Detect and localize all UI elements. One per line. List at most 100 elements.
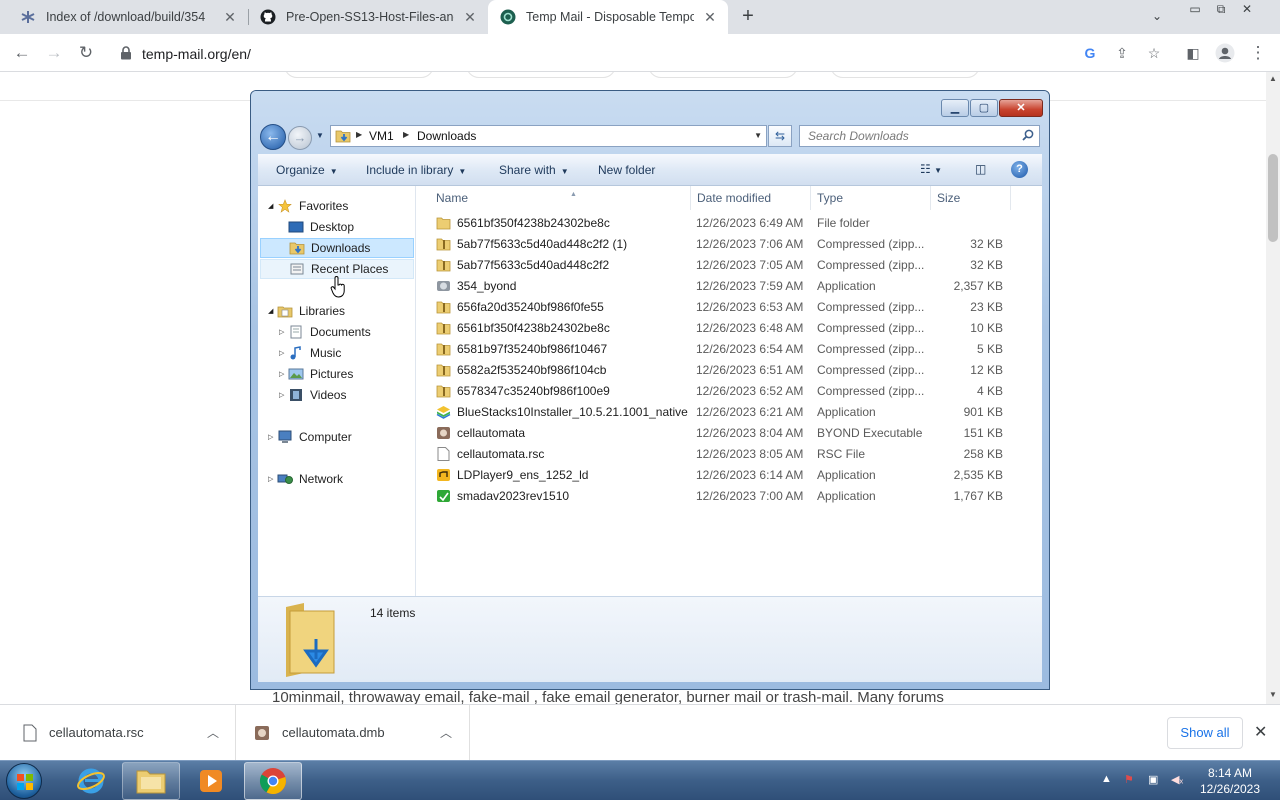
expand-arrow-icon[interactable]: ◢ bbox=[268, 202, 273, 210]
address-bar[interactable]: temp-mail.org/en/ G ⇪ ☆ bbox=[110, 38, 1170, 68]
page-button[interactable] bbox=[648, 72, 798, 78]
address-breadcrumb[interactable]: ▶ VM1 ▶ Downloads ▼ bbox=[330, 125, 767, 147]
file-row[interactable]: 656fa20d35240bf986f0fe55 12/26/2023 6:53… bbox=[417, 297, 1042, 318]
start-button[interactable] bbox=[6, 763, 42, 799]
reload-icon[interactable]: ↻ bbox=[74, 41, 98, 65]
taskbar-explorer[interactable] bbox=[122, 762, 180, 800]
restore-icon[interactable]: ⧉ bbox=[1208, 0, 1234, 18]
column-header-date[interactable]: Date modified bbox=[691, 186, 811, 210]
file-row[interactable]: cellautomata.rsc 12/26/2023 8:05 AM RSC … bbox=[417, 444, 1042, 465]
file-row[interactable]: smadav2023rev1510 12/26/2023 7:00 AM App… bbox=[417, 486, 1042, 507]
file-row[interactable]: BlueStacks10Installer_10.5.21.1001_nativ… bbox=[417, 402, 1042, 423]
expand-arrow-icon[interactable]: ▷ bbox=[268, 475, 273, 483]
nav-favorites[interactable]: Favorites bbox=[277, 196, 348, 216]
new-tab-button[interactable]: + bbox=[737, 6, 759, 28]
column-header-size[interactable]: Size bbox=[931, 186, 1011, 210]
column-header-type[interactable]: Type bbox=[811, 186, 931, 210]
file-row[interactable]: 5ab77f5633c5d40ad448c2f2 12/26/2023 7:05… bbox=[417, 255, 1042, 276]
page-button[interactable] bbox=[284, 72, 434, 78]
search-box[interactable]: Search Downloads bbox=[799, 125, 1040, 147]
include-in-library-menu[interactable]: Include in library ▼ bbox=[366, 163, 466, 177]
close-window-icon[interactable]: ✕ bbox=[999, 99, 1043, 117]
close-tab-icon[interactable]: ✕ bbox=[222, 9, 238, 25]
help-icon[interactable]: ? bbox=[1011, 161, 1028, 178]
taskbar-ie[interactable] bbox=[62, 762, 120, 800]
breadcrumb-vm1[interactable]: VM1 bbox=[369, 129, 394, 143]
back-icon[interactable]: ← bbox=[10, 41, 34, 65]
expand-arrow-icon[interactable]: ▷ bbox=[279, 349, 284, 357]
side-panel-icon[interactable]: ◧ bbox=[1181, 41, 1205, 65]
expand-arrow-icon[interactable]: ▷ bbox=[268, 433, 273, 441]
page-scrollbar[interactable]: ▲ ▼ bbox=[1266, 72, 1280, 704]
page-button[interactable] bbox=[466, 72, 616, 78]
scrollbar-thumb[interactable] bbox=[1268, 154, 1278, 242]
bookmark-star-icon[interactable]: ☆ bbox=[1144, 43, 1164, 63]
back-icon[interactable]: ← bbox=[260, 124, 286, 150]
google-lens-icon[interactable]: G bbox=[1080, 43, 1100, 63]
network-tray-icon[interactable]: ▣ bbox=[1148, 773, 1158, 786]
tab-github[interactable]: Pre-Open-SS13-Host-Files-and-S ✕ bbox=[248, 0, 488, 34]
search-icon[interactable] bbox=[1022, 129, 1034, 141]
forward-icon[interactable]: → bbox=[42, 41, 66, 65]
tab-temp-mail[interactable]: Temp Mail - Disposable Tempora ✕ bbox=[488, 0, 728, 34]
menu-icon[interactable]: ⋮ bbox=[1246, 41, 1270, 65]
minimize-icon[interactable]: ▭ bbox=[1182, 0, 1208, 18]
profile-icon[interactable] bbox=[1213, 41, 1237, 65]
file-row[interactable]: 6581b97f35240bf986f10467 12/26/2023 6:54… bbox=[417, 339, 1042, 360]
expand-arrow-icon[interactable]: ▷ bbox=[279, 370, 284, 378]
expand-arrow-icon[interactable]: ▷ bbox=[279, 391, 284, 399]
file-row[interactable]: 6582a2f535240bf986f104cb 12/26/2023 6:51… bbox=[417, 360, 1042, 381]
nav-network[interactable]: Network bbox=[277, 469, 343, 489]
file-row[interactable]: LDPlayer9_ens_1252_ld 12/26/2023 6:14 AM… bbox=[417, 465, 1042, 486]
breadcrumb-downloads[interactable]: Downloads bbox=[417, 129, 476, 143]
scroll-up-icon[interactable]: ▲ bbox=[1266, 74, 1280, 83]
close-tab-icon[interactable]: ✕ bbox=[702, 9, 718, 25]
nav-music[interactable]: Music bbox=[288, 343, 341, 363]
page-button[interactable] bbox=[830, 72, 980, 78]
minimize-icon[interactable]: ▁ bbox=[941, 99, 969, 117]
scroll-down-icon[interactable]: ▼ bbox=[1266, 690, 1280, 699]
share-icon[interactable]: ⇪ bbox=[1112, 43, 1132, 63]
nav-downloads[interactable]: Downloads bbox=[260, 238, 414, 258]
file-row[interactable]: 5ab77f5633c5d40ad448c2f2 (1) 12/26/2023 … bbox=[417, 234, 1042, 255]
close-icon[interactable]: ✕ bbox=[1254, 722, 1267, 742]
file-row[interactable]: 6561bf350f4238b24302be8c 12/26/2023 6:48… bbox=[417, 318, 1042, 339]
forward-icon[interactable]: → bbox=[288, 126, 312, 150]
maximize-icon[interactable]: ▢ bbox=[970, 99, 998, 117]
address-dropdown-icon[interactable]: ▼ bbox=[754, 131, 762, 140]
recent-pages-dropdown[interactable]: ▼ bbox=[316, 131, 324, 140]
chevron-up-icon[interactable]: ︿ bbox=[440, 724, 452, 741]
volume-muted-icon[interactable]: ◀ₓ bbox=[1171, 773, 1183, 786]
clock[interactable]: 8:14 AM 12/26/2023 bbox=[1186, 765, 1274, 797]
file-row[interactable]: cellautomata 12/26/2023 8:04 AM BYOND Ex… bbox=[417, 423, 1042, 444]
nav-videos[interactable]: Videos bbox=[288, 385, 346, 405]
nav-libraries[interactable]: Libraries bbox=[277, 301, 345, 321]
change-view-icon[interactable]: ☷ ▼ bbox=[920, 162, 942, 176]
tab-index-download[interactable]: Index of /download/build/354 ✕ bbox=[8, 0, 248, 34]
column-header-name[interactable]: Name ▲ bbox=[430, 186, 691, 210]
file-row[interactable]: 6561bf350f4238b24302be8c 12/26/2023 6:49… bbox=[417, 213, 1042, 234]
share-with-menu[interactable]: Share with ▼ bbox=[499, 163, 569, 177]
taskbar-chrome[interactable] bbox=[244, 762, 302, 800]
refresh-icon[interactable]: ⇆ bbox=[768, 125, 792, 147]
file-row[interactable]: 6578347c35240bf986f100e9 12/26/2023 6:52… bbox=[417, 381, 1042, 402]
new-folder-button[interactable]: New folder bbox=[598, 163, 655, 177]
expand-arrow-icon[interactable]: ▷ bbox=[279, 328, 284, 336]
nav-computer[interactable]: Computer bbox=[277, 427, 352, 447]
organize-menu[interactable]: Organize ▼ bbox=[276, 163, 338, 177]
taskbar-media-player[interactable] bbox=[182, 762, 240, 800]
nav-pictures[interactable]: Pictures bbox=[288, 364, 353, 384]
close-window-icon[interactable]: ✕ bbox=[1234, 0, 1260, 18]
show-all-button[interactable]: Show all bbox=[1167, 717, 1243, 749]
show-hidden-icons-icon[interactable]: ▲ bbox=[1101, 773, 1112, 785]
action-center-icon[interactable]: ⚑ bbox=[1124, 773, 1134, 786]
nav-documents[interactable]: Documents bbox=[288, 322, 371, 342]
download-item[interactable]: cellautomata.rsc ︿ bbox=[0, 705, 236, 761]
file-row[interactable]: 354_byond 12/26/2023 7:59 AM Application… bbox=[417, 276, 1042, 297]
nav-desktop[interactable]: Desktop bbox=[288, 217, 354, 237]
expand-arrow-icon[interactable]: ◢ bbox=[268, 307, 273, 315]
preview-pane-icon[interactable]: ◫ bbox=[975, 162, 986, 176]
close-tab-icon[interactable]: ✕ bbox=[462, 9, 478, 25]
download-item[interactable]: cellautomata.dmb ︿ bbox=[236, 705, 470, 761]
chevron-up-icon[interactable]: ︿ bbox=[207, 724, 219, 741]
